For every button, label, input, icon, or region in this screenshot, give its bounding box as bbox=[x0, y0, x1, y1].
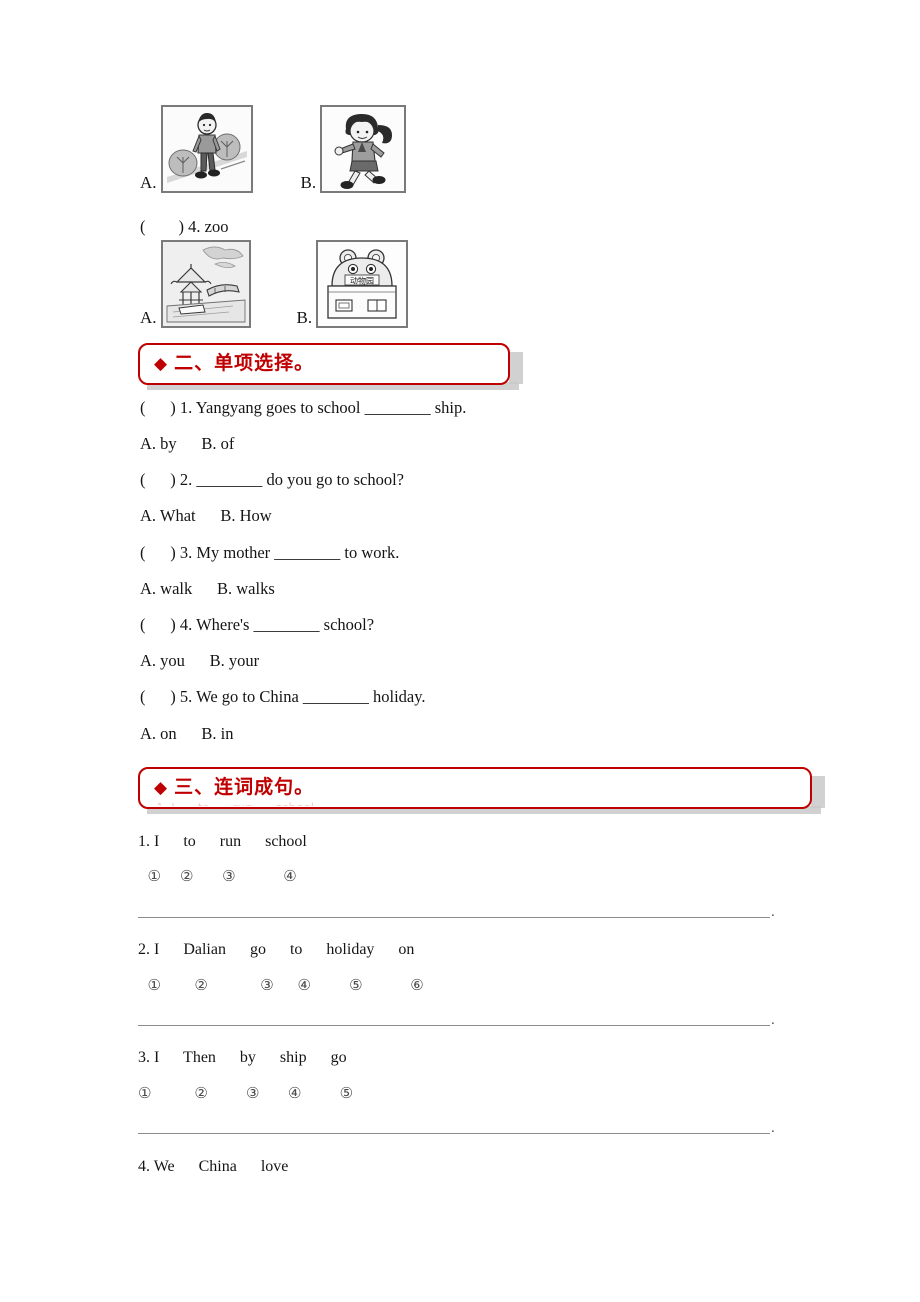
word-order-2-answer-line[interactable] bbox=[138, 1025, 770, 1026]
section-three-header-shadow bbox=[811, 776, 825, 808]
mc-question-1-options[interactable]: A. by B. of bbox=[140, 434, 234, 453]
zoo-building-picture: 动物园 bbox=[316, 240, 409, 328]
mc-question-3-options[interactable]: A. walk B. walks bbox=[140, 579, 275, 598]
word-order-2-words: 2. I Dalian go to holiday on bbox=[138, 941, 415, 958]
word-order-1-answer-line[interactable] bbox=[138, 917, 770, 918]
word-order-1-words: 1. I to run school bbox=[138, 833, 307, 850]
word-order-3-answer-line[interactable] bbox=[138, 1133, 770, 1134]
word-order-1-period: . bbox=[771, 904, 775, 920]
worksheet-page: A. B. () 4. zoo A. B. 动物园 ◆ 二、单项选择。 ()… bbox=[0, 0, 920, 1302]
option-a-label: A. bbox=[140, 308, 157, 327]
word-order-3-period: . bbox=[771, 1120, 775, 1136]
section-two-title: 二、单项选择。 bbox=[174, 352, 315, 375]
word-order-3-numbers: ① ② ③ ④ ⑤ bbox=[138, 1084, 354, 1102]
mc-question-4-options[interactable]: A. you B. your bbox=[140, 651, 259, 670]
section-three-header: ◆ 三、连词成句。 1. I to run school bbox=[138, 767, 812, 809]
girl-running-picture bbox=[320, 105, 407, 193]
section-two-header-shadow bbox=[509, 352, 523, 384]
svg-text:动物园: 动物园 bbox=[350, 276, 374, 286]
option-a-label: A. bbox=[140, 173, 157, 192]
mc-question-2-stem: ( ) 2. ________ do you go to school? bbox=[140, 470, 404, 489]
diamond-bullet-icon: ◆ bbox=[154, 353, 168, 373]
section-three-clipped-subtext: 1. I to run school bbox=[156, 801, 314, 806]
diamond-bullet-icon: ◆ bbox=[154, 777, 168, 797]
mc-question-5-options[interactable]: A. on B. in bbox=[140, 724, 234, 743]
picture-option-1b[interactable]: B. bbox=[301, 105, 407, 193]
picture-option-1a[interactable]: A. bbox=[140, 105, 253, 193]
mc-question-3-stem: ( ) 3. My mother ________ to work. bbox=[140, 543, 400, 562]
word-order-1-numbers: ① ② ③ ④ bbox=[138, 867, 297, 885]
boy-walking-on-path-picture bbox=[160, 105, 253, 193]
picture-option-2a[interactable]: A. bbox=[140, 240, 251, 328]
mc-question-1-stem: ( ) 1. Yangyang goes to school ________ … bbox=[140, 398, 467, 417]
section-two-header: ◆ 二、单项选择。 bbox=[138, 343, 510, 385]
word-order-3-words: 3. I Then by ship go bbox=[138, 1049, 347, 1066]
mc-question-5-stem: ( ) 5. We go to China ________ holiday. bbox=[140, 687, 426, 706]
picture-option-row-1: A. B. bbox=[140, 105, 407, 193]
word-order-4-words: 4. We China love bbox=[138, 1158, 289, 1175]
section-three-title: 三、连词成句。 bbox=[174, 776, 315, 799]
picture-option-2b[interactable]: B. 动物园 bbox=[297, 240, 409, 328]
park-pavilion-picture bbox=[160, 240, 251, 328]
mc-question-4-stem: ( ) 4. Where's ________ school? bbox=[140, 615, 375, 634]
word-order-2-numbers: ① ② ③ ④ ⑤ ⑥ bbox=[138, 976, 424, 994]
mc-question-2-options[interactable]: A. What B. How bbox=[140, 506, 272, 525]
option-b-label: B. bbox=[296, 308, 313, 327]
listening-question-4: ( ) 4. zoo bbox=[140, 217, 229, 236]
picture-option-row-2: A. B. 动物园 bbox=[140, 240, 409, 328]
word-order-2-period: . bbox=[771, 1012, 775, 1028]
option-b-label: B. bbox=[300, 173, 317, 192]
